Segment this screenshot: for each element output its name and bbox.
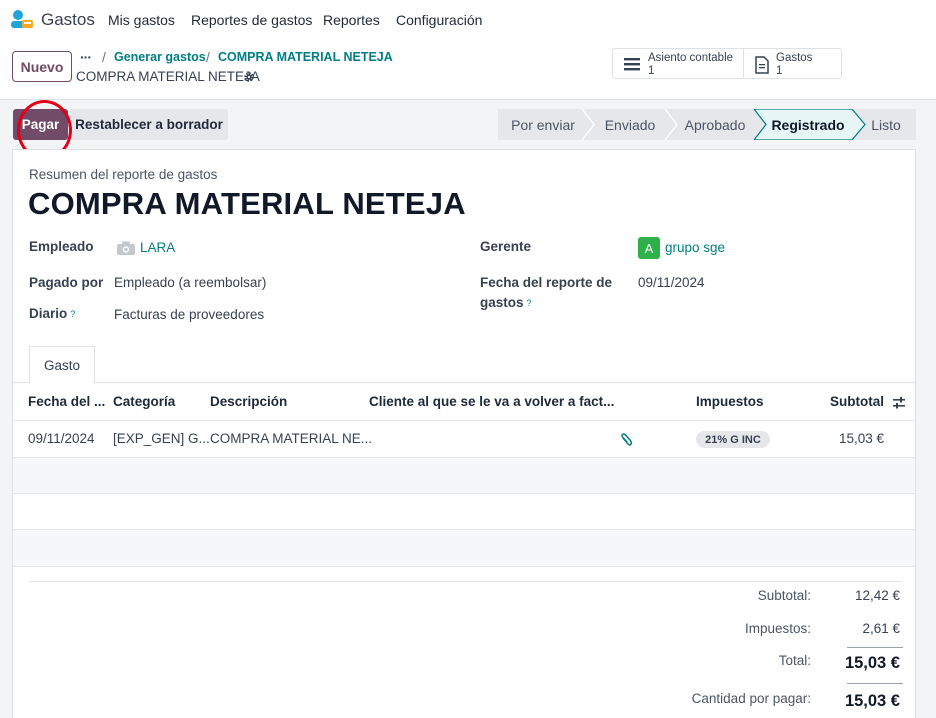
totals-divider — [29, 581, 901, 582]
amount-due-label: Cantidad por pagar: — [691, 691, 811, 706]
tab-gasto[interactable]: Gasto — [29, 346, 95, 384]
stage-separator — [581, 109, 595, 140]
breadcrumb-current-record[interactable]: COMPRA MATERIAL NETEJA — [218, 50, 393, 64]
menu-reportes[interactable]: Reportes — [323, 12, 380, 28]
menu-configuracion[interactable]: Configuración — [396, 12, 482, 28]
totals-separator — [847, 683, 903, 684]
pay-button[interactable]: Pagar — [13, 109, 68, 140]
subtotal-label: Subtotal: — [757, 588, 811, 603]
column-header-customer[interactable]: Cliente al que se le va a volver a fact.… — [369, 394, 614, 409]
control-panel: Nuevo ··· / Generar gastos / COMPRA MATE… — [0, 40, 936, 100]
reset-to-draft-button[interactable]: Restablecer a borrador — [70, 109, 228, 140]
column-header-taxes[interactable]: Impuestos — [696, 394, 764, 409]
stage-registrado[interactable]: Registrado — [762, 109, 854, 140]
report-date-value[interactable]: 09/11/2024 — [638, 275, 705, 290]
gastos-button[interactable]: Gastos 1 — [744, 49, 841, 78]
camera-icon — [117, 241, 135, 255]
cell-subtotal[interactable]: 15,03 € — [839, 431, 884, 446]
stage-enviado[interactable]: Enviado — [594, 109, 666, 140]
subtotal-value: 12,42 € — [854, 588, 900, 603]
help-icon[interactable]: ? — [527, 298, 532, 308]
table-divider — [13, 493, 915, 494]
journal-label: Diario? — [29, 306, 76, 321]
asiento-contable-button[interactable]: Asiento contable 1 — [613, 49, 744, 78]
cell-description[interactable]: COMPRA MATERIAL NE... — [210, 431, 372, 446]
breadcrumb-generar-gastos[interactable]: Generar gastos — [114, 50, 206, 64]
paid-by-value[interactable]: Empleado (a reembolsar) — [114, 275, 266, 290]
taxes-value: 2,61 € — [862, 621, 900, 636]
empty-table-row — [13, 458, 915, 494]
amount-due-value: 15,03 € — [844, 692, 900, 710]
table-divider — [13, 566, 915, 567]
breadcrumb-separator: / — [102, 49, 106, 65]
table-divider — [13, 420, 915, 421]
manager-label: Gerente — [480, 239, 532, 254]
form-sheet: Resumen del reporte de gastos COMPRA MAT… — [12, 149, 916, 718]
cell-date[interactable]: 09/11/2024 — [28, 431, 95, 446]
stage-por-enviar[interactable]: Por enviar — [498, 109, 588, 140]
report-title[interactable]: COMPRA MATERIAL NETEJA — [28, 186, 466, 222]
gear-icon[interactable] — [243, 71, 255, 83]
column-header-subtotal[interactable]: Subtotal — [830, 394, 884, 409]
form-subtitle: Resumen del reporte de gastos — [29, 167, 218, 182]
journal-value[interactable]: Facturas de proveedores — [114, 307, 264, 322]
total-value: 15,03 € — [844, 654, 900, 672]
cell-category[interactable]: [EXP_GEN] G... — [113, 431, 210, 446]
tab-divider — [13, 382, 915, 383]
tax-badge[interactable]: 21% G INC — [696, 431, 770, 448]
document-icon — [755, 56, 769, 74]
employee-value[interactable]: LARA — [140, 240, 175, 255]
status-bar: Por enviar Enviado Aprobado Registrado L… — [498, 109, 916, 140]
menu-mis-gastos[interactable]: Mis gastos — [108, 12, 175, 28]
manager-value[interactable]: grupo sge — [665, 240, 725, 255]
employee-label: Empleado — [29, 239, 94, 254]
taxes-label: Impuestos: — [744, 621, 811, 636]
smart-button-label: Asiento contable 1 — [648, 52, 734, 77]
total-label: Total: — [778, 653, 811, 668]
app-name[interactable]: Gastos — [41, 10, 95, 30]
stage-aprobado[interactable]: Aprobado — [676, 109, 754, 140]
stage-listo[interactable]: Listo — [860, 109, 912, 140]
record-title: COMPRA MATERIAL NETEJA — [76, 69, 260, 84]
totals-separator — [847, 647, 903, 648]
avatar: A — [638, 237, 660, 259]
column-header-category[interactable]: Categoría — [113, 394, 175, 409]
breadcrumb-more[interactable]: ··· — [80, 49, 92, 65]
column-header-description[interactable]: Descripción — [210, 394, 287, 409]
paid-by-label: Pagado por — [29, 275, 104, 290]
smart-buttons: Asiento contable 1 Gastos 1 — [612, 48, 842, 79]
paperclip-icon[interactable] — [620, 433, 632, 447]
list-icon — [624, 58, 640, 71]
smart-button-label: Gastos 1 — [776, 52, 813, 77]
report-date-label: Fecha del reporte de gastos? — [480, 275, 613, 310]
column-header-date[interactable]: Fecha del ... — [28, 394, 105, 409]
top-navbar: Gastos Mis gastos Reportes de gastos Rep… — [0, 0, 936, 40]
new-button[interactable]: Nuevo — [12, 51, 72, 82]
empty-table-row — [13, 530, 915, 566]
breadcrumb-separator: / — [206, 49, 210, 65]
menu-reportes-de-gastos[interactable]: Reportes de gastos — [191, 12, 312, 28]
help-icon[interactable]: ? — [70, 309, 75, 319]
expenses-app-icon[interactable] — [11, 9, 33, 29]
column-settings-icon[interactable] — [892, 396, 906, 410]
